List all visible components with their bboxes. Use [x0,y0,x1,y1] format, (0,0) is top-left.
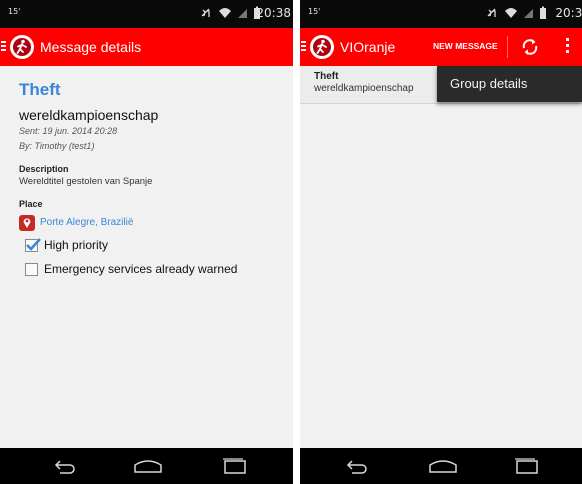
app-title: VIOranje [340,39,396,55]
description-text: Wereldtitel gestolen van Spanje [19,176,153,187]
navigation-bar [0,448,293,484]
app-logo-icon[interactable] [10,35,34,59]
navigation-bar [300,448,582,484]
mute-icon [487,8,496,17]
high-priority-checkbox-icon[interactable] [25,238,41,252]
status-time: 20:38 [555,6,582,20]
signal-icon [238,9,248,18]
emergency-warned-checkbox-icon[interactable] [25,263,38,276]
message-details-screen: 15' 20:38 Message details Theft wereldka… [0,0,293,484]
refresh-icon[interactable] [519,36,541,58]
message-details-content: Theft wereldkampioenschap Sent: 19 jun. … [0,66,293,448]
menu-item-group-details[interactable]: Group details [450,76,527,91]
high-priority-label: High priority [44,238,109,252]
signal-icon [524,9,534,18]
list-item-title: Theft [314,71,339,82]
wifi-icon [505,8,518,18]
place-label: Place [19,199,43,209]
home-icon[interactable] [133,458,163,474]
list-item-subtitle: wereldkampioenschap [314,83,414,94]
status-bar: 15' 20:38 [0,0,293,28]
place-link[interactable]: Porte Alegre, Brazilië [40,217,133,228]
drawer-indicator-icon[interactable] [301,41,306,53]
app-logo-icon[interactable] [310,35,334,59]
battery-icon [540,6,547,19]
emergency-warned-label: Emergency services already warned [44,262,238,276]
group-messages-screen: 15' 20:38 VIOranje NEW MESSAGE [300,0,582,484]
notification-text: 15' [8,7,21,16]
message-subject: wereldkampioenschap [19,107,159,123]
overflow-dropdown: Group details [437,66,582,102]
notification-text: 15' [308,7,321,16]
message-author: By: Timothy (test1) [19,141,95,151]
message-list: Theft wereldkampioenschap [300,66,582,448]
action-separator [507,36,508,58]
message-title: Theft [19,80,61,99]
recents-icon[interactable] [514,458,540,474]
status-bar: 15' 20:38 [300,0,582,28]
back-icon[interactable] [344,458,372,474]
home-icon[interactable] [428,458,458,474]
map-pin-icon [19,215,35,231]
system-icons [485,6,547,20]
drawer-indicator-icon[interactable] [1,41,6,53]
overflow-menu-icon[interactable] [566,38,570,56]
description-label: Description [19,164,69,174]
system-icons [199,6,261,20]
wifi-icon [219,8,232,18]
action-bar-title: Message details [40,39,142,55]
recents-icon[interactable] [222,458,248,474]
action-bar: Message details [0,28,293,66]
new-message-button[interactable]: NEW MESSAGE [433,41,498,51]
status-time: 20:38 [256,6,291,20]
action-bar: VIOranje NEW MESSAGE [300,28,582,66]
back-icon[interactable] [52,458,80,474]
message-sent-date: Sent: 19 jun. 2014 20:28 [19,126,118,136]
mute-icon [201,8,210,17]
